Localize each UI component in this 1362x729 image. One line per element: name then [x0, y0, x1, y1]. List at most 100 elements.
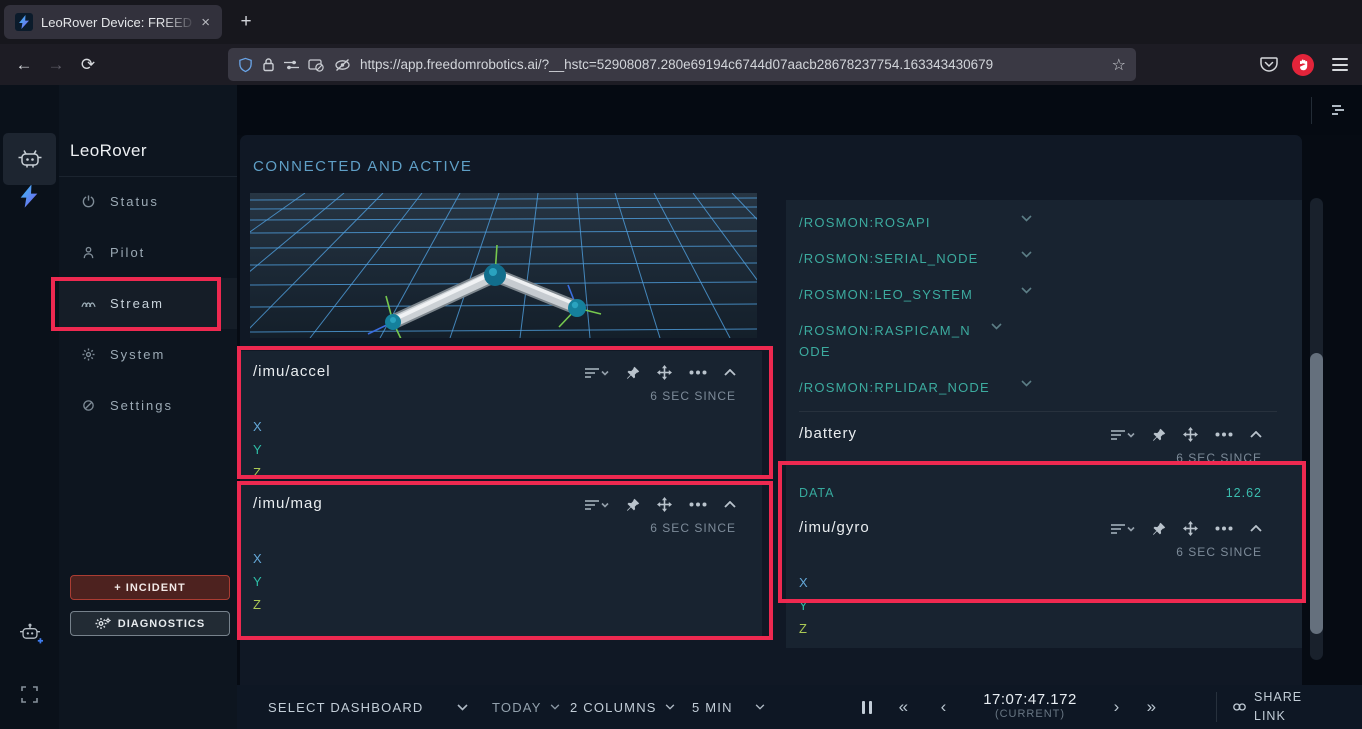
bottom-bar-divider	[1216, 692, 1217, 722]
freedom-logo-lightning-icon[interactable]	[19, 184, 39, 208]
device-robot-icon-selected[interactable]	[3, 133, 56, 185]
filter-lines-icon[interactable]	[1111, 429, 1135, 441]
pilot-icon	[80, 246, 96, 259]
fullscreen-icon[interactable]	[21, 686, 38, 703]
diagnostics-button-label: DIAGNOSTICS	[118, 618, 205, 630]
blocker-extension-icon[interactable]	[1292, 54, 1314, 76]
axis-x-label: X	[799, 571, 1302, 594]
pin-icon[interactable]	[1152, 522, 1166, 536]
move-icon[interactable]	[1183, 521, 1198, 536]
step-back-button[interactable]: ‹	[932, 685, 956, 729]
rosmon-item[interactable]: /ROSMON:RASPICAM_NODE	[786, 312, 1086, 369]
rosmon-item[interactable]: /ROSMON:RPLIDAR_NODE	[786, 369, 1116, 405]
sidebar-item-system[interactable]: System	[59, 329, 237, 380]
more-options-icon[interactable]	[689, 502, 707, 507]
forward-button[interactable]: →	[40, 51, 72, 79]
pin-icon[interactable]	[626, 498, 640, 512]
robot-3d-viewport[interactable]	[250, 193, 757, 338]
more-options-icon[interactable]	[1215, 526, 1233, 531]
bookmark-star-icon[interactable]: ☆	[1112, 55, 1126, 75]
rosmon-item[interactable]: /ROSMON:LEO_SYSTEM	[786, 276, 1116, 312]
move-icon[interactable]	[657, 365, 672, 380]
skip-forward-button[interactable]: »	[1140, 685, 1164, 729]
time-window-dropdown[interactable]: 5 MIN	[692, 685, 765, 729]
tab-close-icon[interactable]: ×	[197, 13, 214, 32]
more-options-icon[interactable]	[1215, 432, 1233, 437]
pocket-icon[interactable]	[1260, 56, 1278, 73]
autoplay-blocked-icon[interactable]	[308, 58, 325, 72]
more-options-icon[interactable]	[689, 370, 707, 375]
collapse-icon[interactable]	[724, 369, 736, 376]
sidebar-item-pilot[interactable]: Pilot	[59, 227, 237, 278]
sidebar-item-status[interactable]: Status	[59, 176, 237, 227]
panel-since: 6 SEC SINCE	[786, 536, 1302, 559]
sidebar-item-label: Status	[110, 194, 159, 209]
collapse-icon[interactable]	[1250, 431, 1262, 438]
tracking-shield-icon[interactable]	[238, 57, 253, 73]
timeline-clock[interactable]: 17:07:47.172 (CURRENT)	[955, 685, 1105, 729]
sidebar-item-label: Stream	[110, 296, 164, 311]
select-dashboard-dropdown[interactable]: SELECT DASHBOARD	[268, 685, 468, 729]
permissions-sliders-icon[interactable]	[284, 59, 299, 71]
columns-dropdown[interactable]: 2 COLUMNS	[570, 685, 675, 729]
pin-icon[interactable]	[1152, 428, 1166, 442]
diagnostics-button[interactable]: DIAGNOSTICS	[70, 611, 230, 636]
gears-icon	[95, 617, 111, 630]
stream-icon	[80, 298, 96, 309]
browser-tab-bar: LeoRover Device: FREED × +	[0, 0, 1362, 44]
rosmon-label: /ROSMON:SERIAL_NODE	[799, 251, 979, 266]
skip-back-button[interactable]: «	[892, 685, 916, 729]
pause-button[interactable]	[862, 685, 872, 729]
browser-tab[interactable]: LeoRover Device: FREED ×	[4, 5, 222, 39]
rosmon-label: /ROSMON:ROSAPI	[799, 215, 931, 230]
rosmon-item[interactable]: /ROSMON:ROSAPI	[786, 204, 1116, 240]
rosmon-item[interactable]: /ROSMON:SERIAL_NODE	[786, 240, 1116, 276]
lock-icon[interactable]	[262, 57, 275, 72]
add-device-icon[interactable]	[17, 621, 43, 645]
filter-lines-icon[interactable]	[1111, 523, 1135, 535]
pin-icon[interactable]	[626, 366, 640, 380]
icon-rail	[0, 85, 59, 729]
camera-blocked-icon[interactable]	[334, 58, 351, 72]
collapse-icon[interactable]	[1250, 525, 1262, 532]
date-dropdown[interactable]: TODAY	[492, 685, 560, 729]
collapse-icon[interactable]	[724, 501, 736, 508]
date-label: TODAY	[492, 700, 542, 715]
chevron-down-icon[interactable]	[991, 323, 1002, 330]
chevron-down-icon	[550, 704, 560, 710]
link-icon	[1233, 703, 1246, 711]
menu-hamburger-icon[interactable]	[1328, 54, 1352, 75]
move-icon[interactable]	[657, 497, 672, 512]
chevron-down-icon[interactable]	[1021, 287, 1032, 294]
share-link-button[interactable]: SHARE LINK	[1233, 685, 1312, 729]
axis-y-label: Y	[253, 438, 762, 461]
panel-imu-accel: /imu/accel 6 SEC SINCE X Y Z	[240, 351, 762, 476]
move-icon[interactable]	[1183, 427, 1198, 442]
chevron-down-icon[interactable]	[1021, 380, 1032, 387]
system-gear-icon	[80, 348, 96, 361]
chevron-down-icon[interactable]	[1021, 251, 1032, 258]
filter-lines-icon[interactable]	[585, 367, 609, 379]
rosmon-label: /ROSMON:RPLIDAR_NODE	[799, 380, 990, 395]
incident-button[interactable]: + INCIDENT	[70, 575, 230, 600]
back-button[interactable]: ←	[8, 51, 40, 79]
chevron-down-icon	[457, 704, 468, 711]
filter-lines-icon[interactable]	[585, 499, 609, 511]
url-bar[interactable]: https://app.freedomrobotics.ai/?__hstc=5…	[228, 48, 1136, 81]
panel-title: /imu/gyro	[799, 519, 1111, 536]
share-link-label: SHARE LINK	[1254, 688, 1312, 726]
scrollbar-thumb[interactable]	[1310, 353, 1323, 634]
current-time: 17:07:47.172	[983, 692, 1077, 707]
panel-battery: /battery 6 SEC SINCE DATA 12.62	[786, 412, 1302, 500]
chevron-down-icon[interactable]	[1021, 215, 1032, 222]
layout-filter-icon[interactable]	[1328, 104, 1344, 116]
step-forward-button[interactable]: ›	[1105, 685, 1129, 729]
reload-button[interactable]: ⟳	[72, 51, 104, 79]
new-tab-button[interactable]: +	[233, 9, 259, 35]
sidebar-item-label: Pilot	[110, 245, 145, 260]
panel-title: /imu/mag	[253, 495, 585, 512]
sidebar-item-stream[interactable]: Stream	[59, 278, 237, 329]
site-favicon-lightning	[15, 13, 33, 31]
sidebar-item-settings[interactable]: Settings	[59, 380, 237, 431]
columns-label: 2 COLUMNS	[570, 700, 657, 715]
